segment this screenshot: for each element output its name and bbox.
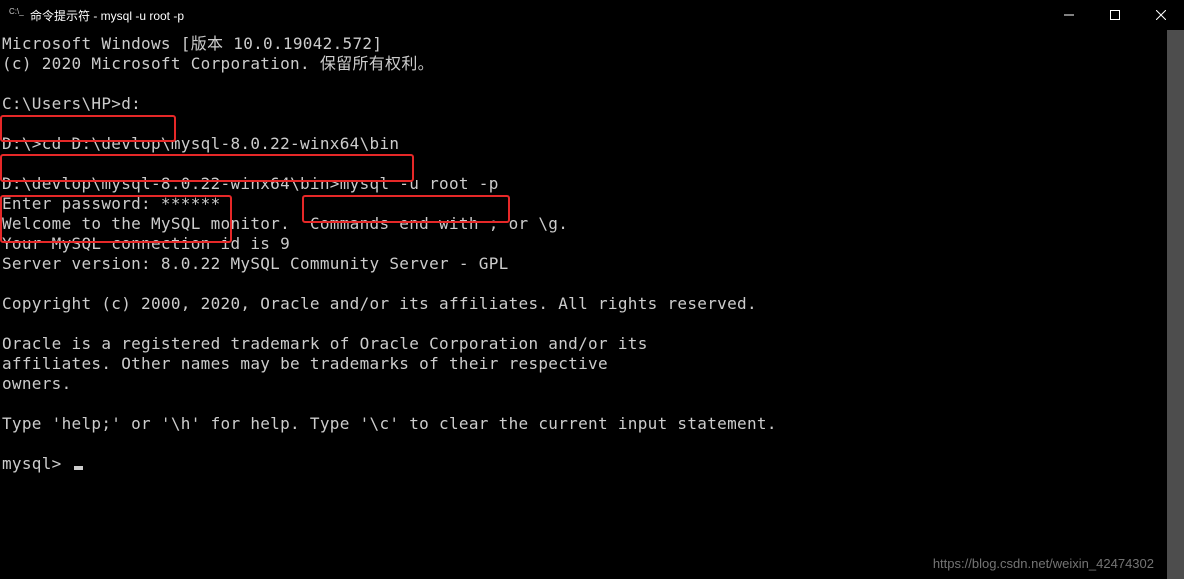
terminal-line: Welcome to the MySQL monitor. Commands e…	[2, 214, 568, 233]
terminal-line: affiliates. Other names may be trademark…	[2, 354, 608, 373]
titlebar-left: 命令提示符 - mysql -u root -p	[8, 7, 184, 24]
terminal-line: owners.	[2, 374, 72, 393]
vertical-scrollbar[interactable]	[1167, 30, 1184, 579]
maximize-button[interactable]	[1092, 0, 1138, 30]
terminal-line: D:\>cd D:\devlop\mysql-8.0.22-winx64\bin	[2, 134, 399, 153]
titlebar-controls	[1046, 0, 1184, 30]
window-titlebar: 命令提示符 - mysql -u root -p	[0, 0, 1184, 30]
terminal-line: Oracle is a registered trademark of Orac…	[2, 334, 648, 353]
terminal-line: Type 'help;' or '\h' for help. Type '\c'…	[2, 414, 777, 433]
cursor-icon	[74, 466, 83, 470]
terminal-line: Enter password: ******	[2, 194, 221, 213]
terminal-line: Your MySQL connection id is 9	[2, 234, 290, 253]
window-title: 命令提示符 - mysql -u root -p	[30, 7, 184, 24]
terminal-line: C:\Users\HP>d:	[2, 94, 141, 113]
terminal-line: D:\devlop\mysql-8.0.22-winx64\bin>mysql …	[2, 174, 499, 193]
terminal-output[interactable]: Microsoft Windows [版本 10.0.19042.572] (c…	[0, 30, 1184, 579]
terminal-area: Microsoft Windows [版本 10.0.19042.572] (c…	[0, 30, 1184, 579]
terminal-line: Copyright (c) 2000, 2020, Oracle and/or …	[2, 294, 757, 313]
terminal-line: (c) 2020 Microsoft Corporation. 保留所有权利。	[2, 54, 434, 73]
terminal-line: Server version: 8.0.22 MySQL Community S…	[2, 254, 509, 273]
minimize-button[interactable]	[1046, 0, 1092, 30]
close-button[interactable]	[1138, 0, 1184, 30]
scrollbar-thumb[interactable]	[1167, 30, 1184, 579]
terminal-prompt: mysql>	[2, 454, 72, 473]
cmd-icon	[8, 7, 24, 23]
terminal-line: Microsoft Windows [版本 10.0.19042.572]	[2, 34, 382, 53]
